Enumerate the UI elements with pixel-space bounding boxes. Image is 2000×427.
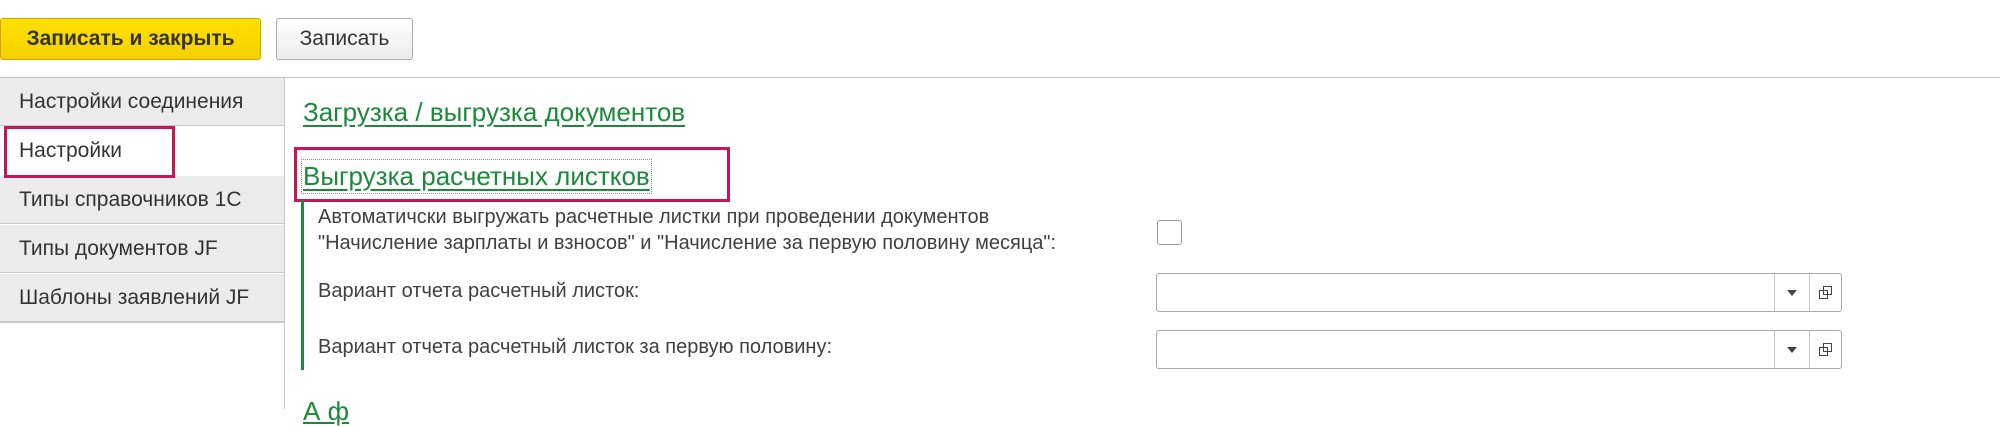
report-variant-half-field[interactable] [1156,330,1842,369]
tab-label: Настройки [19,138,122,162]
chevron-down-icon [1787,289,1797,296]
tab-connection-settings[interactable]: Настройки соединения [0,78,284,126]
report-variant-label: Вариант отчета расчетный листок: [318,280,640,302]
tab-jf-application-templates[interactable]: Шаблоны заявлений JF [0,274,284,322]
group-title-documents-exchange[interactable]: Загрузка / выгрузка документов [303,97,685,128]
group-title-cut-off[interactable]: А ф [303,396,349,427]
report-variant-input[interactable] [1157,274,1768,311]
report-variant-field[interactable] [1156,273,1842,312]
open-form-icon [1819,342,1833,357]
chevron-down-icon [1787,346,1797,353]
tab-label: Шаблоны заявлений JF [19,285,250,309]
auto-export-checkbox[interactable] [1157,220,1182,245]
toolbar-divider [0,77,2000,78]
auto-export-label-line2: "Начисление зарплаты и взносов" и "Начис… [318,232,1057,254]
tabs-bottom-divider [0,322,284,323]
tab-label: Настройки соединения [19,89,244,113]
auto-export-label-line1: Автоматичски выгружать расчетные листки … [318,206,990,228]
group-indicator-bar [301,200,304,370]
report-variant-dropdown-button[interactable] [1774,274,1809,311]
tab-label: Типы справочников 1С [19,187,242,211]
tabs-divider [284,78,285,409]
group-title-payslip-export[interactable]: Выгрузка расчетных листков [301,159,652,194]
tab-settings[interactable]: Настройки [0,127,284,175]
report-variant-half-label: Вариант отчета расчетный листок за перву… [318,336,832,358]
report-variant-half-input[interactable] [1157,331,1768,368]
report-variant-half-open-button[interactable] [1809,331,1842,368]
save-and-close-button[interactable]: Записать и закрыть [0,18,261,60]
tab-label: Типы документов JF [19,236,218,260]
report-variant-half-dropdown-button[interactable] [1774,331,1809,368]
save-button[interactable]: Записать [276,18,413,60]
tab-1c-catalog-types[interactable]: Типы справочников 1С [0,176,284,224]
open-form-icon [1819,285,1833,300]
report-variant-open-button[interactable] [1809,274,1842,311]
tab-jf-document-types[interactable]: Типы документов JF [0,225,284,273]
